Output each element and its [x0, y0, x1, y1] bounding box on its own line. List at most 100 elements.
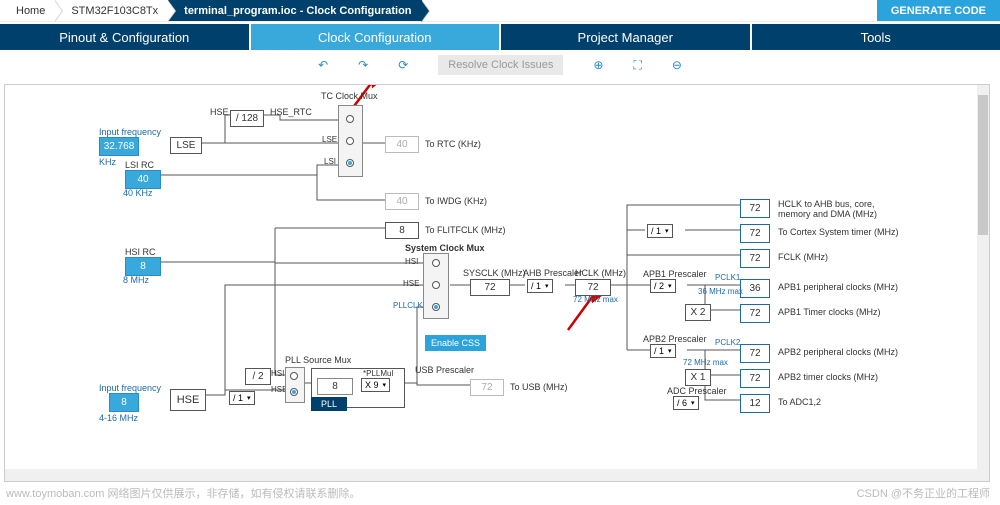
pllmul-sel[interactable]: X 9 [361, 378, 390, 392]
tab-project[interactable]: Project Manager [501, 24, 750, 50]
hse-range: 4-16 MHz [99, 413, 138, 423]
breadcrumb: Home STM32F103C8Tx terminal_program.ioc … [0, 0, 1000, 22]
apb2-periph-val: 72 [740, 344, 770, 363]
hsi-unit: 8 MHz [123, 275, 149, 285]
cortex-val: 72 [740, 224, 770, 243]
cortex-label: To Cortex System timer (MHz) [778, 227, 899, 237]
lse-unit: KHz [99, 157, 116, 167]
apb2-x1: X 1 [685, 369, 711, 386]
lse-block[interactable]: LSE [170, 137, 202, 154]
pll-src-title: PLL Source Mux [285, 355, 351, 365]
undo-icon[interactable]: ↶ [318, 58, 328, 72]
rtc-radio-lsi[interactable] [346, 159, 354, 167]
hse-div1[interactable]: / 1 [229, 391, 255, 405]
label-input-freq-2: Input frequency [99, 383, 161, 393]
sys-hse: HSE [403, 279, 419, 288]
watermark-left: www.toymoban.com 网络图片仅供展示，非存储，如有侵权请联系删除。 [6, 485, 360, 501]
apb1-periph-label: APB1 peripheral clocks (MHz) [778, 282, 898, 292]
ahb-label: AHB Prescaler [523, 268, 582, 278]
zoom-out-icon[interactable]: ⊖ [672, 58, 682, 72]
pll-label: PLL [311, 397, 347, 411]
rtc-mux-title: TC Clock Mux [321, 91, 378, 101]
clock-canvas[interactable]: Input frequency 32.768 KHz LSE LSI RC 40… [4, 84, 990, 482]
adc-sel[interactable]: / 6 [673, 396, 699, 410]
rtc-radio-lse[interactable] [346, 137, 354, 145]
zoom-in-icon[interactable]: ⊕ [593, 58, 603, 72]
generate-code-button[interactable]: GENERATE CODE [877, 0, 1000, 21]
crumb-home[interactable]: Home [0, 0, 55, 21]
cortex-div[interactable]: / 1 [647, 224, 673, 238]
hsi-val: 8 [125, 257, 161, 276]
rtc-val: 40 [385, 136, 419, 153]
apb2-periph-label: APB2 peripheral clocks (MHz) [778, 347, 898, 357]
sysclk-label: SYSCLK (MHz) [463, 268, 526, 278]
apb2-label: APB2 Prescaler [643, 334, 707, 344]
hclk-ahb-val: 72 [740, 199, 770, 218]
to-rtc: To RTC (KHz) [425, 139, 481, 149]
apb1-timer-label: APB1 Timer clocks (MHz) [778, 307, 881, 317]
usb-val: 72 [470, 379, 504, 396]
ahb-sel[interactable]: / 1 [527, 279, 553, 293]
apb1-periph-val: 36 [740, 279, 770, 298]
adc-out: 12 [740, 394, 770, 413]
to-iwdg: To IWDG (KHz) [425, 196, 487, 206]
hclk-val[interactable]: 72 [575, 279, 611, 296]
clock-toolbar: ↶ ↷ ⟳ Resolve Clock Issues ⊕ ⛶ ⊖ [0, 50, 1000, 80]
flitf-val: 8 [385, 222, 419, 239]
tab-pinout[interactable]: Pinout & Configuration [0, 24, 249, 50]
hse-rtc-label: HSE_RTC [270, 107, 312, 117]
pclk1: PCLK1 [715, 273, 740, 282]
pclk2-max: 72 MHz max [683, 358, 728, 367]
sys-mux-title: System Clock Mux [405, 243, 485, 253]
lsi-rc-label: LSI RC [125, 160, 154, 170]
lse-input[interactable]: 32.768 [99, 137, 139, 156]
div128: / 128 [230, 110, 264, 127]
hse-input[interactable]: 8 [109, 393, 139, 412]
pllmul-label: *PLLMul [363, 369, 393, 378]
hclk-ahb-label: HCLK to AHB bus, core, memory and DMA (M… [778, 199, 878, 219]
pclk2: PCLK2 [715, 338, 740, 347]
pclk1-max: 36 MHz max [698, 287, 743, 296]
pll-hsi: HSI [271, 369, 284, 378]
sys-radio-pll[interactable] [432, 303, 440, 311]
rtc-lse: LSE [322, 135, 337, 144]
hsi-rc-label: HSI RC [125, 247, 156, 257]
adc-label: ADC Prescaler [667, 386, 727, 396]
apb2-timer-val: 72 [740, 369, 770, 388]
fit-icon[interactable]: ⛶ [633, 58, 641, 73]
crumb-chip[interactable]: STM32F103C8Tx [55, 0, 168, 21]
sys-radio-hsi[interactable] [432, 259, 440, 267]
hclk-max: 72 MHz max [573, 295, 618, 304]
apb1-sel[interactable]: / 2 [650, 279, 676, 293]
lsi-unit: 40 KHz [123, 188, 153, 198]
sys-radio-hse[interactable] [432, 281, 440, 289]
hclk-label: HCLK (MHz) [575, 268, 626, 278]
tab-clock[interactable]: Clock Configuration [251, 24, 500, 50]
to-adc: To ADC1,2 [778, 397, 821, 407]
watermark-right: CSDN @不务正业的工程师 [857, 485, 990, 501]
redo-icon[interactable]: ↷ [358, 58, 368, 72]
pll-val: 8 [317, 378, 353, 395]
crumb-file[interactable]: terminal_program.ioc - Clock Configurati… [168, 0, 421, 21]
sys-pllclk: PLLCLK [393, 301, 423, 310]
iwdg-val: 40 [385, 193, 419, 210]
rtc-radio-hse[interactable] [346, 115, 354, 123]
apb2-timer-label: APB2 timer clocks (MHz) [778, 372, 878, 382]
pll-radio-hsi[interactable] [290, 372, 298, 380]
apb1-x2: X 2 [685, 304, 711, 321]
tab-tools[interactable]: Tools [752, 24, 1000, 50]
hse-block[interactable]: HSE [170, 389, 206, 411]
rtc-lsi: LSI [324, 157, 336, 166]
fclk-val: 72 [740, 249, 770, 268]
enable-css-button[interactable]: Enable CSS [425, 335, 486, 351]
to-usb: To USB (MHz) [510, 382, 568, 392]
apb2-sel[interactable]: / 1 [650, 344, 676, 358]
pll-radio-hse[interactable] [290, 388, 298, 396]
sysclk-val[interactable]: 72 [470, 279, 510, 296]
lsi-val: 40 [125, 170, 161, 189]
resolve-button[interactable]: Resolve Clock Issues [438, 55, 563, 75]
usb-presc-label: USB Prescaler [415, 365, 474, 375]
pll-div2: / 2 [245, 368, 271, 385]
to-flitf: To FLITFCLK (MHz) [425, 225, 506, 235]
refresh-icon[interactable]: ⟳ [398, 58, 408, 72]
